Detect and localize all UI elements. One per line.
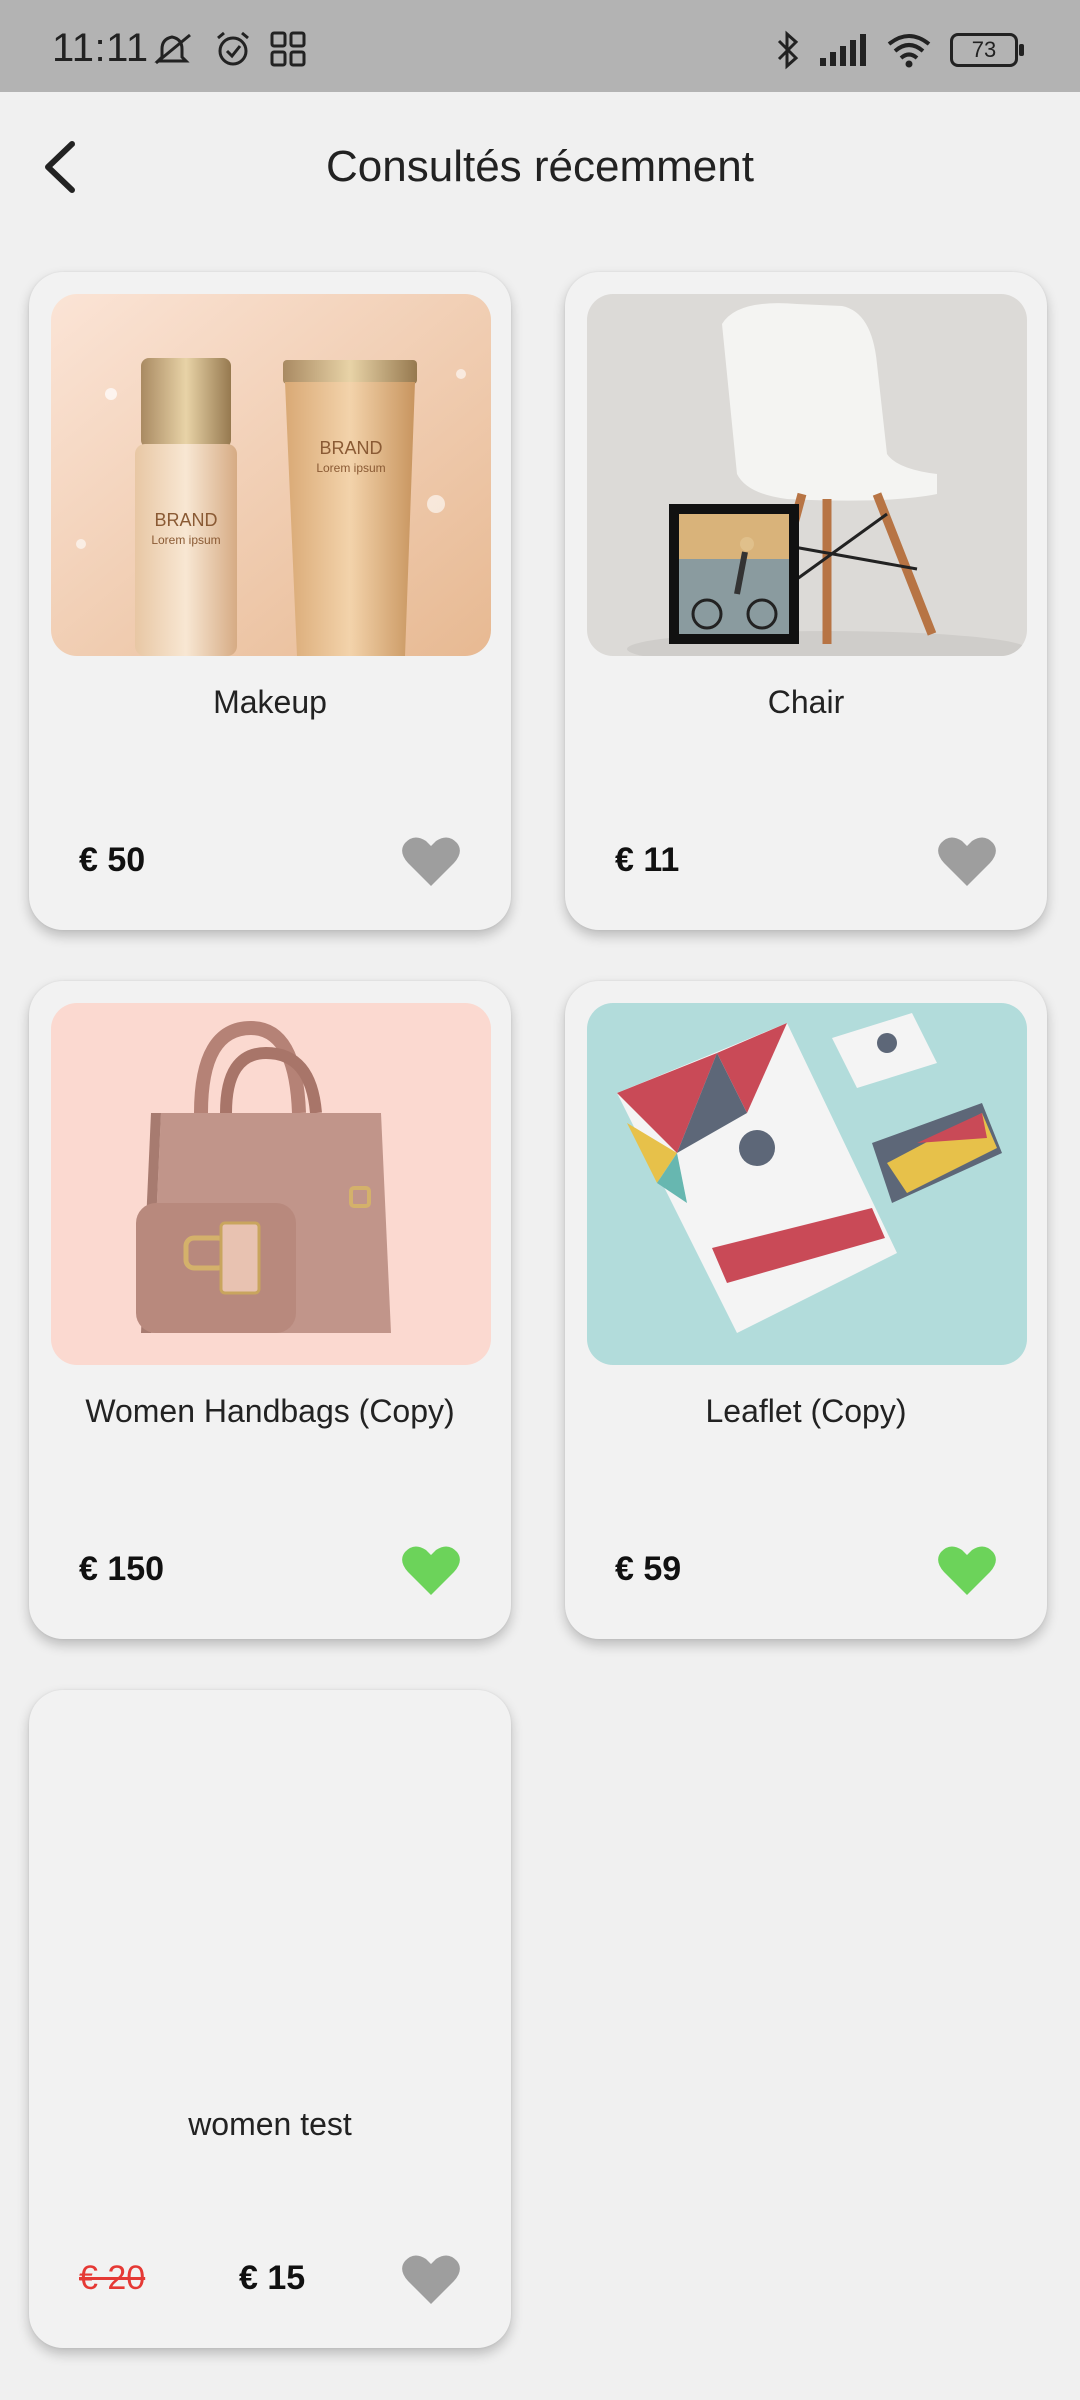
product-price: € 15 bbox=[239, 2259, 306, 2297]
status-bar: 11:11 73 bbox=[0, 0, 1080, 92]
product-price: € 50 bbox=[79, 841, 146, 879]
favorite-heart-icon[interactable] bbox=[401, 1543, 461, 1597]
page-title: Consultés récemment bbox=[326, 142, 754, 191]
product-card[interactable]: Chair € 11 bbox=[565, 272, 1047, 930]
favorite-heart-icon[interactable] bbox=[937, 834, 997, 888]
product-price: € 59 bbox=[615, 1550, 682, 1588]
battery-icon: 73 bbox=[950, 33, 1024, 67]
chair-image bbox=[587, 294, 1027, 656]
mute-icon bbox=[154, 33, 191, 65]
cosmetics-image: BRAND Lorem ipsum BRAND Lorem ipsum bbox=[51, 294, 491, 656]
product-price: € 11 bbox=[615, 841, 680, 879]
product-price: € 150 bbox=[79, 1550, 165, 1588]
product-name: women test bbox=[188, 2106, 352, 2142]
brochure-image bbox=[587, 1003, 1027, 1365]
favorite-heart-icon[interactable] bbox=[937, 1543, 997, 1597]
product-name: Women Handbags (Copy) bbox=[85, 1393, 455, 1429]
status-left-icons bbox=[152, 30, 306, 68]
handbag-image bbox=[51, 1003, 491, 1365]
bluetooth-icon bbox=[777, 30, 799, 70]
battery-level: 73 bbox=[971, 37, 997, 62]
svg-text:BRAND: BRAND bbox=[154, 510, 217, 530]
app-header: Consultés récemment bbox=[0, 92, 1080, 242]
product-card[interactable]: women test € 20 € 15 bbox=[29, 1690, 511, 2348]
alarm-icon bbox=[217, 31, 249, 66]
product-name: Chair bbox=[767, 684, 845, 720]
product-card[interactable]: Leaflet (Copy) € 59 bbox=[565, 981, 1047, 1639]
old-price: € 20 bbox=[79, 2259, 146, 2297]
status-right-icons: 73 bbox=[776, 30, 1024, 70]
svg-text:Lorem ipsum: Lorem ipsum bbox=[316, 461, 385, 475]
product-card[interactable]: Women Handbags (Copy) € 150 bbox=[29, 981, 511, 1639]
wifi-icon bbox=[887, 34, 931, 68]
favorite-heart-icon[interactable] bbox=[401, 834, 461, 888]
product-name: Makeup bbox=[213, 684, 327, 720]
product-name: Leaflet (Copy) bbox=[705, 1393, 907, 1429]
signal-icon bbox=[820, 34, 866, 66]
status-time: 11:11 bbox=[52, 26, 149, 70]
svg-text:BRAND: BRAND bbox=[319, 438, 382, 458]
svg-text:Lorem ipsum: Lorem ipsum bbox=[151, 533, 220, 547]
product-card[interactable]: BRAND Lorem ipsum BRAND Lorem ipsum Make… bbox=[29, 272, 511, 930]
favorite-heart-icon[interactable] bbox=[401, 2252, 461, 2306]
apps-icon bbox=[270, 31, 306, 67]
